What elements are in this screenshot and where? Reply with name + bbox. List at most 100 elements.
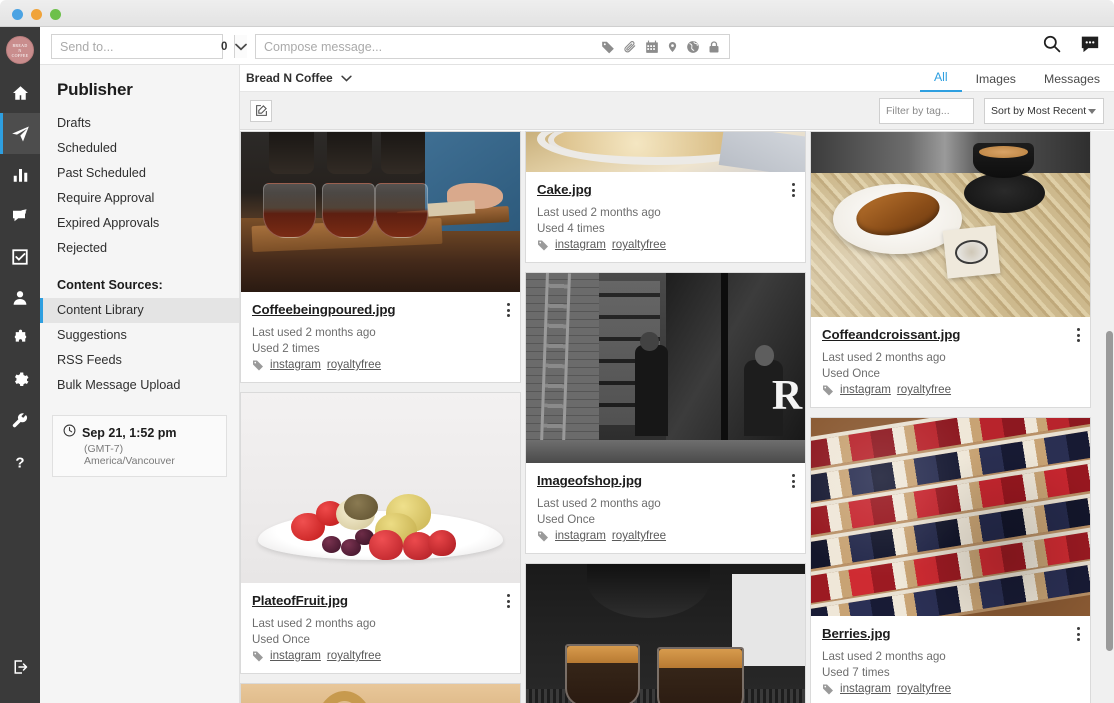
sidebar-item-suggestions[interactable]: Suggestions (40, 323, 239, 348)
sidebar-item-content-library[interactable]: Content Library (40, 298, 239, 323)
engage-icon[interactable] (0, 195, 40, 236)
media-tag-link[interactable]: instagram (555, 529, 606, 542)
media-card[interactable]: Berries.jpg Last used 2 months ago Used 7 … (810, 417, 1091, 703)
media-card[interactable]: Coffeebeingpoured.jpg Last used 2 months … (240, 131, 521, 383)
chat-bubble-icon[interactable] (1080, 35, 1100, 58)
tab-images[interactable]: Images (962, 72, 1030, 92)
location-pin-icon[interactable] (667, 40, 678, 54)
chevron-down-icon[interactable] (234, 35, 248, 58)
bar-chart-icon[interactable] (0, 154, 40, 195)
media-thumbnail-shop-black-white[interactable]: R (526, 273, 805, 463)
settings-gear-icon[interactable] (0, 359, 40, 400)
media-tag-link[interactable]: royaltyfree (897, 383, 951, 396)
media-filename-link[interactable]: Coffeandcroissant.jpg (822, 327, 960, 342)
media-card-body: PlateofFruit.jpg Last used 2 months ago Us… (241, 583, 520, 673)
media-tag-link[interactable]: instagram (840, 383, 891, 396)
media-thumbnail-croissant-and-coffee[interactable] (811, 132, 1090, 317)
compose-message-input[interactable] (256, 39, 601, 54)
media-use-count: Used 7 times (822, 665, 890, 679)
media-tag-link[interactable]: royaltyfree (612, 529, 666, 542)
tag-filter-input[interactable] (880, 105, 973, 117)
media-tag-link[interactable]: royaltyfree (612, 238, 666, 251)
sidebar-item-drafts[interactable]: Drafts (40, 111, 239, 136)
account-selector-label[interactable]: Bread N Coffee (244, 71, 333, 85)
contacts-icon[interactable] (0, 277, 40, 318)
logout-icon[interactable] (0, 646, 40, 687)
minimize-window-button[interactable] (31, 9, 42, 20)
media-thumbnail-espresso-cups[interactable] (526, 564, 805, 703)
media-tags: instagram royaltyfree (822, 383, 1079, 396)
media-filename-link[interactable]: PlateofFruit.jpg (252, 593, 348, 608)
media-thumbnail-golden-tap[interactable] (241, 684, 520, 703)
traffic-lights (12, 9, 61, 20)
media-use-count: Used Once (252, 632, 310, 646)
send-to-field[interactable]: 0 (51, 34, 248, 59)
paper-plane-icon[interactable] (0, 113, 40, 154)
media-tag-link[interactable]: royaltyfree (327, 649, 381, 662)
media-thumbnail-pour-over-coffee[interactable] (241, 132, 520, 292)
tab-messages[interactable]: Messages (1030, 72, 1114, 92)
media-thumbnail-cake-batter[interactable] (526, 132, 805, 172)
media-last-used: Last used 2 months ago (537, 206, 661, 219)
globe-icon[interactable] (686, 40, 700, 54)
media-tag-link[interactable]: royaltyfree (897, 682, 951, 695)
media-card[interactable]: Cake.jpg Last used 2 months ago Used 4 tim… (525, 131, 806, 263)
media-card[interactable]: R Imageofshop.jpg Last used 2 months ago Us… (525, 272, 806, 554)
sidebar-item-expired-approvals[interactable]: Expired Approvals (40, 211, 239, 236)
tag-icon (537, 530, 549, 542)
grid-scrollbar[interactable] (1106, 331, 1113, 651)
kebab-menu-icon[interactable] (792, 474, 795, 489)
tag-icon[interactable] (601, 40, 615, 54)
tag-filter-field[interactable] (879, 98, 974, 124)
sidebar-item-rejected[interactable]: Rejected (40, 236, 239, 261)
close-window-button[interactable] (12, 9, 23, 20)
media-tag-link[interactable]: instagram (555, 238, 606, 251)
current-timezone: (GMT-7) America/Vancouver (84, 443, 175, 467)
paperclip-icon[interactable] (623, 40, 637, 54)
lock-icon[interactable] (708, 40, 720, 54)
sidebar-item-scheduled[interactable]: Scheduled (40, 136, 239, 161)
media-use-count: Used Once (822, 366, 880, 380)
app-icon-rail: BREAD N COFFEE ? (0, 27, 40, 703)
home-icon[interactable] (0, 72, 40, 113)
media-filename-link[interactable]: Imageofshop.jpg (537, 473, 642, 488)
media-filename-link[interactable]: Cake.jpg (537, 182, 592, 197)
help-question-icon[interactable]: ? (0, 441, 40, 482)
media-tag-link[interactable]: instagram (840, 682, 891, 695)
sort-dropdown[interactable]: Sort by Most Recent (984, 98, 1104, 124)
media-filename-link[interactable]: Coffeebeingpoured.jpg (252, 302, 396, 317)
media-tag-link[interactable]: instagram (270, 358, 321, 371)
media-thumbnail-berry-crates[interactable] (811, 418, 1090, 616)
zoom-window-button[interactable] (50, 9, 61, 20)
search-icon[interactable] (1042, 34, 1061, 58)
calendar-icon[interactable] (645, 40, 659, 54)
account-bar: Bread N Coffee All Images Messages (240, 65, 1114, 92)
media-filename-link[interactable]: Berries.jpg (822, 626, 890, 641)
sidebar-item-require-approval[interactable]: Require Approval (40, 186, 239, 211)
compose-square-icon[interactable] (250, 99, 272, 122)
compose-message-field[interactable] (255, 34, 730, 59)
send-to-input[interactable] (52, 39, 221, 54)
tab-all[interactable]: All (919, 70, 962, 92)
media-card[interactable]: PlateofFruit.jpg Last used 2 months ago Us… (240, 392, 521, 674)
kebab-menu-icon[interactable] (792, 183, 795, 198)
media-grid[interactable]: Coffeebeingpoured.jpg Last used 2 months … (240, 131, 1114, 703)
kebab-menu-icon[interactable] (507, 594, 510, 609)
sidebar-item-past-scheduled[interactable]: Past Scheduled (40, 161, 239, 186)
media-tag-link[interactable]: royaltyfree (327, 358, 381, 371)
media-card[interactable] (240, 683, 521, 703)
chevron-down-icon[interactable] (341, 75, 352, 82)
apps-icon[interactable] (0, 318, 40, 359)
media-last-used: Last used 2 months ago (252, 326, 376, 339)
media-thumbnail-plate-of-fruit[interactable] (241, 393, 520, 583)
kebab-menu-icon[interactable] (1077, 627, 1080, 642)
media-card[interactable] (525, 563, 806, 703)
sidebar-item-bulk-message-upload[interactable]: Bulk Message Upload (40, 373, 239, 398)
kebab-menu-icon[interactable] (1077, 328, 1080, 343)
media-card[interactable]: Coffeandcroissant.jpg Last used 2 months … (810, 131, 1091, 408)
kebab-menu-icon[interactable] (507, 303, 510, 318)
sidebar-item-rss-feeds[interactable]: RSS Feeds (40, 348, 239, 373)
tools-wrench-icon[interactable] (0, 400, 40, 441)
tasks-icon[interactable] (0, 236, 40, 277)
media-tag-link[interactable]: instagram (270, 649, 321, 662)
